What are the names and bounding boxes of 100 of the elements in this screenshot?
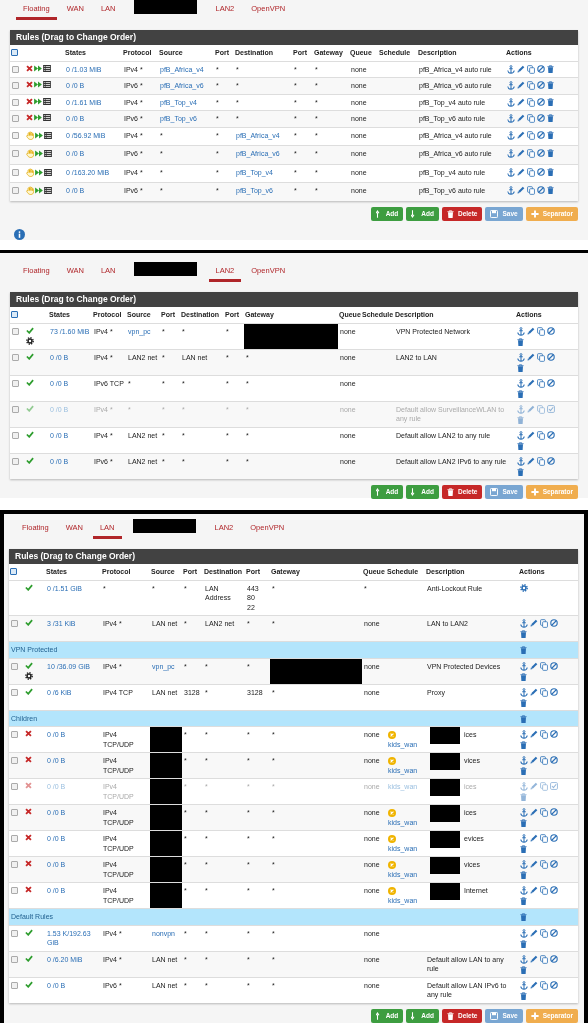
row-checkbox[interactable] (12, 115, 19, 122)
trash-icon[interactable] (517, 441, 524, 450)
copy-icon[interactable] (540, 980, 548, 990)
row-checkbox[interactable] (12, 82, 19, 89)
trash-icon[interactable] (520, 793, 527, 801)
copy-icon[interactable] (537, 430, 545, 440)
trash-icon[interactable] (520, 991, 527, 1000)
disable-icon[interactable] (547, 352, 555, 361)
anchor-icon[interactable] (507, 114, 515, 123)
pencil-icon[interactable] (530, 834, 538, 842)
copy-icon[interactable] (540, 661, 548, 671)
anchor-icon[interactable] (507, 167, 515, 177)
pencil-icon[interactable] (530, 954, 538, 963)
row-checkbox[interactable] (12, 187, 19, 194)
pencil-icon[interactable] (530, 860, 538, 868)
trash-icon[interactable] (520, 698, 527, 707)
copy-icon[interactable] (540, 886, 548, 895)
gear-icon[interactable] (520, 583, 528, 592)
trash-icon[interactable] (520, 897, 527, 905)
copy-icon[interactable] (527, 149, 535, 158)
anchor-icon[interactable] (520, 834, 528, 843)
trash-icon[interactable] (547, 64, 554, 73)
disable-icon[interactable] (547, 430, 555, 439)
trash-icon[interactable] (517, 363, 524, 372)
disable-icon[interactable] (550, 860, 558, 868)
trash-icon[interactable] (520, 646, 527, 655)
pencil-icon[interactable] (517, 186, 525, 194)
anchor-icon[interactable] (507, 64, 515, 74)
disable-icon[interactable] (550, 980, 558, 989)
copy-icon[interactable] (527, 186, 535, 195)
trash-icon[interactable] (520, 714, 527, 723)
anchor-icon[interactable] (507, 81, 515, 90)
row-checkbox[interactable] (12, 131, 19, 139)
copy-icon[interactable] (540, 619, 548, 628)
trash-icon[interactable] (547, 186, 554, 194)
anchor-icon[interactable] (520, 619, 528, 628)
anchor-icon[interactable] (507, 130, 515, 140)
disable-icon[interactable] (550, 756, 558, 764)
pencil-icon[interactable] (517, 149, 525, 157)
row-checkbox[interactable] (11, 981, 18, 989)
trash-icon[interactable] (547, 130, 554, 139)
row-checkbox[interactable] (11, 731, 18, 738)
copy-icon[interactable] (527, 130, 535, 140)
anchor-icon[interactable] (520, 954, 528, 964)
select-all-checkbox[interactable] (10, 568, 17, 575)
trash-icon[interactable] (547, 114, 554, 122)
disable-icon[interactable] (547, 456, 555, 465)
anchor-icon[interactable] (520, 687, 528, 697)
disable-icon[interactable] (550, 808, 558, 816)
pencil-icon[interactable] (530, 619, 538, 627)
disable-icon[interactable] (537, 149, 545, 157)
row-checkbox[interactable] (12, 65, 19, 73)
row-checkbox[interactable] (12, 431, 19, 439)
copy-icon[interactable] (540, 860, 548, 869)
row-checkbox[interactable] (11, 835, 18, 842)
row-checkbox[interactable] (11, 955, 18, 963)
pencil-icon[interactable] (530, 886, 538, 894)
trash-icon[interactable] (520, 819, 527, 827)
row-checkbox[interactable] (12, 353, 19, 361)
checkbox-icon[interactable] (547, 404, 555, 413)
row-checkbox[interactable] (11, 620, 18, 627)
trash-icon[interactable] (520, 939, 527, 948)
row-checkbox[interactable] (11, 887, 18, 894)
select-all-checkbox[interactable] (11, 49, 18, 56)
row-checkbox[interactable] (12, 379, 19, 387)
disable-icon[interactable] (550, 886, 558, 894)
trash-icon[interactable] (517, 337, 524, 346)
disable-icon[interactable] (547, 326, 555, 335)
trash-icon[interactable] (547, 149, 554, 157)
copy-icon[interactable] (537, 378, 545, 388)
trash-icon[interactable] (520, 845, 527, 853)
trash-icon[interactable] (547, 167, 554, 176)
row-checkbox[interactable] (11, 809, 18, 816)
trash-icon[interactable] (520, 913, 527, 922)
pencil-icon[interactable] (517, 167, 525, 176)
trash-icon[interactable] (520, 672, 527, 681)
anchor-icon[interactable] (520, 808, 528, 817)
anchor-icon[interactable] (507, 186, 515, 195)
row-checkbox[interactable] (11, 861, 18, 868)
anchor-icon[interactable] (520, 860, 528, 869)
pencil-icon[interactable] (530, 687, 538, 696)
pencil-icon[interactable] (530, 782, 538, 790)
trash-icon[interactable] (520, 630, 527, 638)
pencil-icon[interactable] (530, 808, 538, 816)
trash-icon[interactable] (520, 741, 527, 749)
anchor-icon[interactable] (507, 149, 515, 158)
anchor-icon[interactable] (520, 730, 528, 739)
pencil-icon[interactable] (530, 730, 538, 738)
select-all-checkbox[interactable] (11, 311, 18, 318)
copy-icon[interactable] (540, 808, 548, 817)
trash-icon[interactable] (520, 871, 527, 879)
pencil-icon[interactable] (527, 326, 535, 335)
pencil-icon[interactable] (527, 378, 535, 387)
copy-icon[interactable] (537, 352, 545, 362)
copy-icon[interactable] (540, 687, 548, 697)
copy-icon[interactable] (540, 954, 548, 964)
copy-icon[interactable] (537, 326, 545, 336)
row-checkbox[interactable] (12, 150, 19, 157)
row-checkbox[interactable] (11, 688, 18, 696)
copy-icon[interactable] (540, 756, 548, 765)
